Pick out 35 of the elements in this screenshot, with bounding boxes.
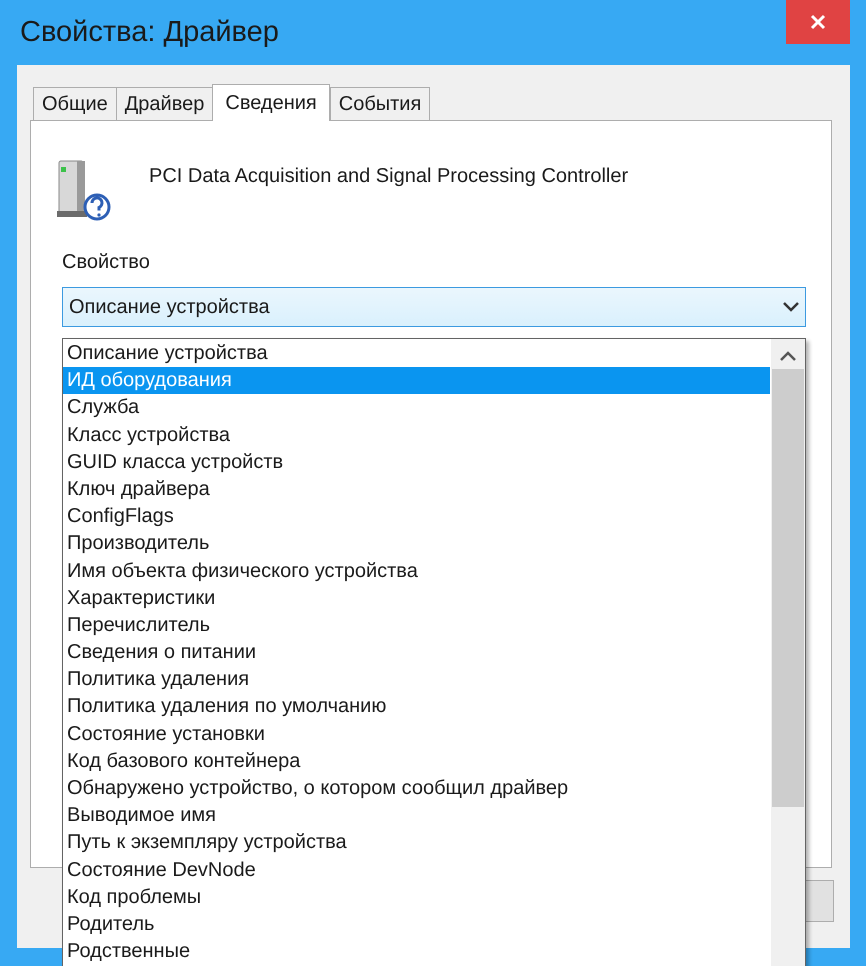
dropdown-option[interactable]: Описание устройства xyxy=(63,340,771,368)
window-title: Свойства: Драйвер xyxy=(20,15,279,50)
property-label: Свойство xyxy=(62,250,151,275)
scrollbar-thumb[interactable] xyxy=(772,369,804,807)
dropdown-option[interactable]: ConfigFlags xyxy=(63,503,771,530)
tab[interactable]: Общие xyxy=(33,87,117,120)
dropdown-option[interactable]: Путь к экземпляру устройства xyxy=(63,829,771,857)
device-name: PCI Data Acquisition and Signal Processing Controller xyxy=(149,164,628,189)
close-icon xyxy=(810,14,826,30)
dropdown-option[interactable]: Имя объекта физического устройства xyxy=(63,558,771,585)
dropdown-option[interactable]: Код проблемы xyxy=(63,884,771,911)
dropdown-option[interactable]: Выводимое имя xyxy=(63,802,771,830)
scroll-up-icon[interactable] xyxy=(780,351,796,361)
dropdown-option[interactable]: Сведения о питании xyxy=(63,639,771,666)
scrollbar[interactable] xyxy=(771,339,805,966)
dropdown-option[interactable]: Перечислитель xyxy=(63,612,771,640)
dropdown-option[interactable]: Политика удаления xyxy=(63,666,771,694)
dropdown-option[interactable]: Код базового контейнера xyxy=(63,748,771,775)
dropdown-option[interactable]: Состояние DevNode xyxy=(63,856,771,884)
close-button[interactable] xyxy=(786,0,850,44)
dropdown-option[interactable]: Служба xyxy=(63,394,771,422)
dropdown-option[interactable]: GUID класса устройств xyxy=(63,448,771,476)
property-dropdown[interactable]: Описание устройства xyxy=(62,287,806,327)
dropdown-option[interactable]: Родитель xyxy=(63,910,771,938)
dropdown-option[interactable]: Родственные xyxy=(63,938,771,966)
dropdown-option[interactable]: Характеристики xyxy=(63,584,771,612)
dropdown-option[interactable]: Производитель xyxy=(63,530,771,558)
tab[interactable]: События xyxy=(330,87,430,120)
dropdown-option[interactable]: Обнаружено устройство, о котором сообщил драйвер xyxy=(63,775,771,802)
dropdown-option[interactable]: Ключ драйвера xyxy=(63,476,771,504)
dropdown-option[interactable]: Политика удаления по умолчанию xyxy=(63,693,771,721)
tab[interactable]: Сведения xyxy=(212,84,330,121)
dropdown-option[interactable]: Класс устройства xyxy=(63,422,771,449)
dropdown-option[interactable]: Состояние установки xyxy=(63,720,771,748)
chevron-down-icon xyxy=(783,302,799,312)
